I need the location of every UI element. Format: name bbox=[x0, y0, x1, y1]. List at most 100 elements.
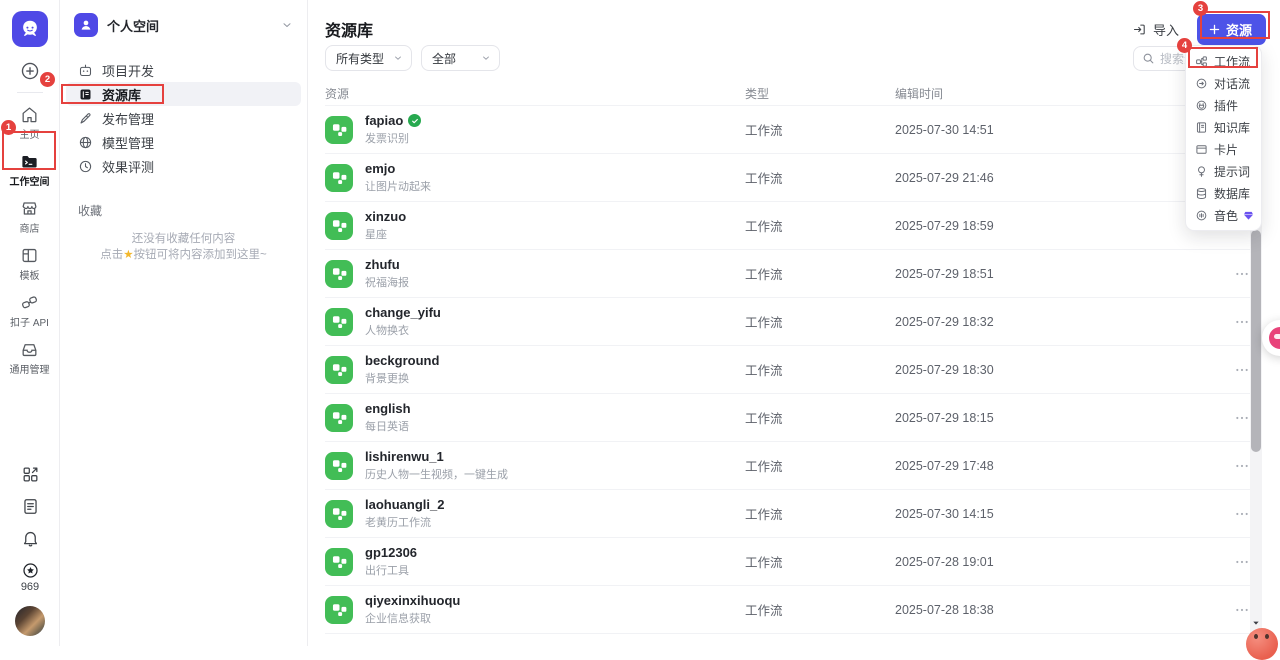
dropdown-item-prompt[interactable]: 提示词 bbox=[1186, 160, 1261, 182]
rail-item-template[interactable]: 模板 bbox=[2, 240, 58, 287]
dropdown-item-label: 对话流 bbox=[1214, 76, 1251, 91]
scrollbar-down-arrow-icon[interactable] bbox=[1252, 619, 1260, 627]
app-logo[interactable] bbox=[11, 11, 48, 47]
workspace-selector[interactable]: 个人空间 bbox=[60, 0, 307, 50]
favorites-empty-line2: 点击★按钮可将内容添加到这里~ bbox=[100, 249, 267, 261]
resource-cell: gp12306 出行工具 bbox=[325, 545, 745, 578]
sidebar-menu: 项目开发 资源库 发布管理 模型管理 效果评测 bbox=[60, 58, 307, 178]
resource-description: 企业信息获取 bbox=[365, 613, 431, 625]
resource-edit-time: 2025-07-29 17:48 bbox=[895, 458, 994, 473]
resource-text: laohuangli_2 老黄历工作流 bbox=[365, 497, 444, 530]
create-new-icon[interactable] bbox=[19, 60, 41, 82]
resource-name: emjo bbox=[365, 161, 396, 176]
dropdown-item-label: 音色 bbox=[1214, 208, 1239, 223]
notifications-bell-icon[interactable] bbox=[21, 529, 40, 548]
prompt-pin-icon bbox=[1195, 165, 1208, 178]
table-row[interactable]: laohuangli_2 老黄历工作流 工作流 2025-07-30 14:15 bbox=[325, 490, 1262, 538]
table-row[interactable]: zhufu 祝福海报 工作流 2025-07-29 18:51 bbox=[325, 250, 1262, 298]
dropdown-item-chatflow[interactable]: 对话流 bbox=[1186, 72, 1261, 94]
resource-description: 祝福海报 bbox=[365, 277, 409, 289]
resource-name: beckground bbox=[365, 353, 440, 368]
rail-item-api[interactable]: 扣子 API bbox=[2, 287, 58, 334]
resource-text: zhufu 祝福海报 bbox=[365, 257, 409, 290]
resource-name: qiyexinxihuoqu bbox=[365, 593, 461, 608]
resource-description: 出行工具 bbox=[365, 565, 409, 577]
rail-item-admin[interactable]: 通用管理 bbox=[2, 334, 58, 381]
database-icon bbox=[1195, 187, 1208, 200]
resource-cell: laohuangli_2 老黄历工作流 bbox=[325, 497, 745, 530]
table-row[interactable]: qiyexinxihuoqu 企业信息获取 工作流 2025-07-28 18:… bbox=[325, 586, 1262, 634]
dropdown-item-knowledge[interactable]: 知识库 bbox=[1186, 116, 1261, 138]
rail-item-label: 主页 bbox=[19, 130, 40, 141]
dropdown-item-voice[interactable]: 音色 bbox=[1186, 204, 1261, 226]
robot-icon bbox=[78, 63, 93, 78]
coze-mascot-icon bbox=[19, 18, 41, 40]
sidebar-item-resource-library[interactable]: 资源库 bbox=[66, 82, 301, 106]
dropdown-item-label: 工作流 bbox=[1214, 54, 1251, 69]
resource-cell: lishirenwu_1 历史人物一生视频，一键生成 bbox=[325, 449, 745, 482]
table-row[interactable]: change_yifu 人物换衣 工作流 2025-07-29 18:32 bbox=[325, 298, 1262, 346]
table-row[interactable]: beckground 背景更换 工作流 2025-07-29 18:30 bbox=[325, 346, 1262, 394]
scope-filter-select[interactable]: 全部 bbox=[421, 45, 500, 71]
rail-item-label: 商店 bbox=[19, 224, 40, 235]
import-label: 导入 bbox=[1152, 23, 1179, 38]
resource-name: english bbox=[365, 401, 411, 416]
table-row[interactable]: emjo 让图片动起来 工作流 2025-07-29 21:46 bbox=[325, 154, 1262, 202]
resource-description: 老黄历工作流 bbox=[365, 517, 431, 529]
page-title: 资源库 bbox=[325, 23, 374, 40]
column-header-type: 类型 bbox=[745, 87, 770, 101]
resource-text: lishirenwu_1 历史人物一生视频，一键生成 bbox=[365, 449, 508, 482]
resource-text: gp12306 出行工具 bbox=[365, 545, 417, 578]
token-balance[interactable]: 969 bbox=[21, 561, 40, 593]
rail-item-home[interactable]: 主页 bbox=[2, 99, 58, 146]
table-row[interactable]: fapiao 发票识别 工作流 2025-07-30 14:51 bbox=[325, 106, 1262, 154]
page-scrollbar-thumb[interactable] bbox=[1251, 230, 1261, 452]
apps-shortcut-icon[interactable] bbox=[21, 465, 40, 484]
rail-item-workspace[interactable]: 工作空间 bbox=[2, 146, 58, 193]
workflow-icon bbox=[325, 163, 353, 192]
card-icon bbox=[1195, 143, 1208, 156]
resource-name: change_yifu bbox=[365, 305, 441, 320]
resource-type: 工作流 bbox=[745, 172, 783, 186]
resource-text: change_yifu 人物换衣 bbox=[365, 305, 441, 338]
chevron-down-icon bbox=[281, 19, 293, 31]
resource-text: english 每日英语 bbox=[365, 401, 411, 434]
sidebar-item-evaluation[interactable]: 效果评测 bbox=[66, 154, 301, 178]
resource-cell: beckground 背景更换 bbox=[325, 353, 745, 386]
resource-edit-time: 2025-07-29 18:51 bbox=[895, 266, 994, 281]
sidebar-item-label: 模型管理 bbox=[102, 135, 155, 151]
table-row[interactable]: gp12306 出行工具 工作流 2025-07-28 19:01 bbox=[325, 538, 1262, 586]
globe-icon bbox=[78, 135, 93, 150]
floating-mascot-button[interactable] bbox=[1246, 628, 1278, 660]
workflow-icon bbox=[325, 259, 353, 288]
type-filter-select[interactable]: 所有类型 bbox=[325, 45, 412, 71]
resource-cell: change_yifu 人物换衣 bbox=[325, 305, 745, 338]
import-button[interactable]: 导入 bbox=[1128, 16, 1183, 43]
dropdown-item-plugin[interactable]: 插件 bbox=[1186, 94, 1261, 116]
sidebar-item-publish[interactable]: 发布管理 bbox=[66, 106, 301, 130]
dropdown-item-card[interactable]: 卡片 bbox=[1186, 138, 1261, 160]
table-row[interactable]: lishirenwu_1 历史人物一生视频，一键生成 工作流 2025-07-2… bbox=[325, 442, 1262, 490]
workspace-sidebar: 个人空间 项目开发 资源库 发布管理 模型管理 效果评测 收藏 还没有收藏任何内… bbox=[60, 0, 308, 646]
resource-table: fapiao 发票识别 工作流 2025-07-30 14:51 emjo 让图… bbox=[325, 106, 1262, 634]
sidebar-item-models[interactable]: 模型管理 bbox=[66, 130, 301, 154]
dropdown-item-label: 提示词 bbox=[1214, 164, 1251, 179]
workspace-folder-icon bbox=[20, 152, 39, 171]
sidebar-item-project-dev[interactable]: 项目开发 bbox=[66, 58, 301, 82]
resource-description: 发票识别 bbox=[365, 133, 409, 145]
verified-badge-icon bbox=[408, 114, 422, 127]
dropdown-item-label: 卡片 bbox=[1214, 142, 1239, 157]
rail-item-store[interactable]: 商店 bbox=[2, 193, 58, 240]
table-row[interactable]: xinzuo 星座 工作流 2025-07-29 18:59 bbox=[325, 202, 1262, 250]
docs-icon[interactable] bbox=[21, 497, 40, 516]
create-resource-button[interactable]: 资源 bbox=[1196, 14, 1266, 45]
user-avatar[interactable] bbox=[15, 606, 45, 636]
dropdown-item-workflow[interactable]: 工作流 bbox=[1186, 50, 1261, 72]
library-icon bbox=[78, 87, 93, 102]
table-row[interactable]: english 每日英语 工作流 2025-07-29 18:15 bbox=[325, 394, 1262, 442]
resource-text: qiyexinxihuoqu 企业信息获取 bbox=[365, 593, 460, 626]
dropdown-item-database[interactable]: 数据库 bbox=[1186, 182, 1261, 204]
plus-icon bbox=[1208, 23, 1221, 36]
ellipsis-icon bbox=[1236, 272, 1248, 275]
main-content: 资源库 导入 资源 所有类型 全部 资源 类型 编辑时间 bbox=[308, 0, 1280, 646]
